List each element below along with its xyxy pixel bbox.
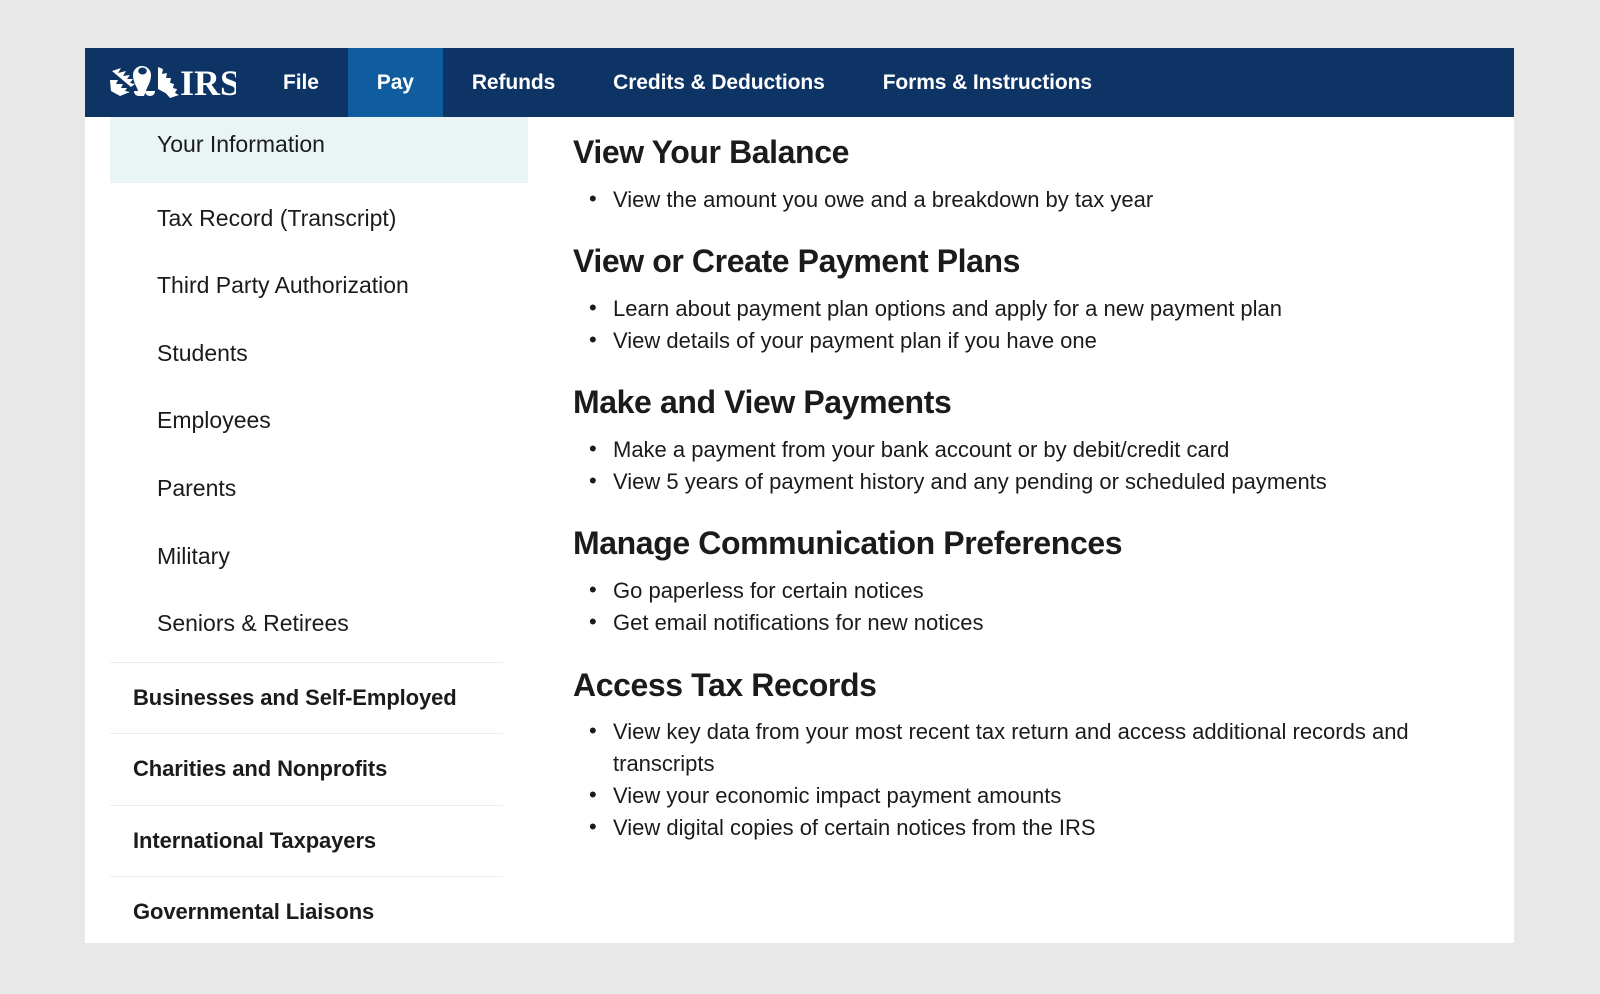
nav-item-label: Forms & Instructions xyxy=(882,70,1092,94)
section-bullet-list: Make a payment from your bank account or… xyxy=(573,433,1490,497)
section-heading: View Your Balance xyxy=(573,134,849,170)
sidebar-item-military[interactable]: Military xyxy=(85,523,528,591)
list-item: Get email notifications for new notices xyxy=(573,606,1490,638)
sidebar-item-label: Businesses and Self-Employed xyxy=(133,684,457,710)
nav-item-credits-deductions[interactable]: Credits & Deductions xyxy=(584,48,854,117)
sidebar-item-charities-and-nonprofits[interactable]: Charities and Nonprofits xyxy=(85,734,528,804)
section-view-or-create-payment-plans: View or Create Payment Plans Learn about… xyxy=(573,243,1490,356)
list-item: Learn about payment plan options and app… xyxy=(573,292,1490,324)
sidebar-item-label: Parents xyxy=(157,474,237,501)
section-heading: Access Tax Records xyxy=(573,666,877,703)
nav-item-label: File xyxy=(283,70,319,94)
section-heading: Manage Communication Preferences xyxy=(573,525,1123,562)
sidebar-item-businesses-and-self-employed[interactable]: Businesses and Self-Employed xyxy=(85,663,528,733)
nav-item-label: Credits & Deductions xyxy=(613,70,825,94)
section-access-tax-records: Access Tax Records View key data from yo… xyxy=(573,667,1490,844)
list-item: Go paperless for certain notices xyxy=(573,574,1490,606)
irs-eagle-scales-logo-icon: IRS xyxy=(110,63,236,103)
nav-item-forms-instructions[interactable]: Forms & Instructions xyxy=(854,48,1121,117)
section-heading: View or Create Payment Plans xyxy=(573,242,1021,279)
sidebar-item-label: Employees xyxy=(157,407,271,434)
nav-item-label: Refunds xyxy=(471,70,556,94)
sidebar-item-students[interactable]: Students xyxy=(85,320,528,388)
list-item: View digital copies of certain notices f… xyxy=(573,811,1490,843)
list-item: View your economic impact payment amount… xyxy=(573,779,1490,811)
section-manage-communication-preferences: Manage Communication Preferences Go pape… xyxy=(573,525,1490,638)
sidebar-item-label: Governmental Liaisons xyxy=(133,898,375,924)
sidebar-item-label: Tax Record (Transcript) xyxy=(157,204,397,231)
sidebar-item-your-information[interactable]: Your Information xyxy=(110,117,528,183)
svg-text:IRS: IRS xyxy=(180,63,236,103)
sidebar-item-label: Military xyxy=(157,542,230,569)
sidebar-item-label: International Taxpayers xyxy=(133,827,377,853)
top-navigation-bar: IRS File Pay Refunds Credits & Deduction… xyxy=(85,48,1514,117)
nav-item-file[interactable]: File xyxy=(254,48,348,117)
sidebar-item-label: Charities and Nonprofits xyxy=(133,756,388,782)
sidebar-item-tax-record-transcript[interactable]: Tax Record (Transcript) xyxy=(85,185,528,253)
sidebar-item-international-taxpayers[interactable]: International Taxpayers xyxy=(85,806,528,876)
section-heading: Make and View Payments xyxy=(573,384,952,421)
content-card: IRS File Pay Refunds Credits & Deduction… xyxy=(85,48,1514,943)
sidebar-item-third-party-authorization[interactable]: Third Party Authorization xyxy=(85,252,528,320)
sidebar-item-label: Seniors & Retirees xyxy=(157,610,349,637)
list-item: View key data from your most recent tax … xyxy=(573,715,1490,778)
sidebar-item-label: Students xyxy=(157,339,248,366)
list-item: View details of your payment plan if you… xyxy=(573,324,1490,356)
main-content: View Your Balance View the amount you ow… xyxy=(528,117,1514,943)
sidebar-item-governmental-liaisons[interactable]: Governmental Liaisons xyxy=(85,877,528,943)
section-bullet-list: View the amount you owe and a breakdown … xyxy=(573,183,1490,215)
section-view-your-balance: View Your Balance View the amount you ow… xyxy=(573,134,1490,215)
list-item: View the amount you owe and a breakdown … xyxy=(573,183,1490,215)
sidebar-item-parents[interactable]: Parents xyxy=(85,455,528,523)
section-bullet-list: View key data from your most recent tax … xyxy=(573,715,1490,843)
sidebar-item-label: Third Party Authorization xyxy=(157,272,409,299)
sidebar-navigation: Your Information Tax Record (Transcript)… xyxy=(85,117,528,943)
body-area: Your Information Tax Record (Transcript)… xyxy=(85,117,1514,943)
nav-item-label: Pay xyxy=(376,70,414,94)
nav-item-pay[interactable]: Pay xyxy=(347,48,443,117)
sidebar-item-label: Your Information xyxy=(157,131,325,157)
section-bullet-list: Learn about payment plan options and app… xyxy=(573,292,1490,356)
section-make-and-view-payments: Make and View Payments Make a payment fr… xyxy=(573,384,1490,497)
list-item: Make a payment from your bank account or… xyxy=(573,433,1490,465)
sidebar-item-employees[interactable]: Employees xyxy=(85,387,528,455)
section-bullet-list: Go paperless for certain notices Get ema… xyxy=(573,574,1490,638)
nav-items-list: File Pay Refunds Credits & Deductions Fo… xyxy=(254,48,1121,117)
irs-logo-link[interactable]: IRS xyxy=(85,48,254,117)
list-item: View 5 years of payment history and any … xyxy=(573,465,1490,497)
page-background: IRS File Pay Refunds Credits & Deduction… xyxy=(0,0,1600,994)
sidebar-item-seniors-retirees[interactable]: Seniors & Retirees xyxy=(85,590,528,654)
nav-item-refunds[interactable]: Refunds xyxy=(443,48,584,117)
